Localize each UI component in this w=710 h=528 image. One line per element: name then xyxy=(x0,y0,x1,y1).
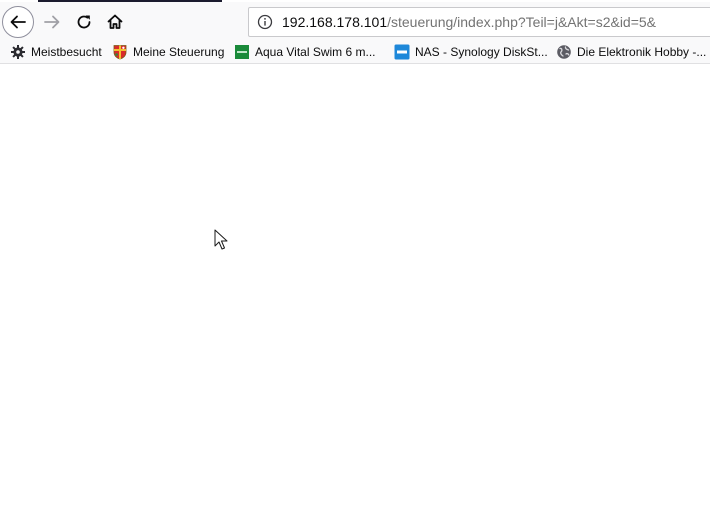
bookmark-label: Aqua Vital Swim 6 m... xyxy=(255,45,376,59)
url-text[interactable]: 192.168.178.101/steuerung/index.php?Teil… xyxy=(282,14,656,30)
mouse-cursor-icon xyxy=(214,229,228,250)
reload-icon xyxy=(77,15,91,29)
back-button[interactable] xyxy=(2,6,34,38)
bookmark-label: Meine Steuerung xyxy=(133,45,225,59)
green-square-icon xyxy=(235,45,249,59)
dsm-icon xyxy=(394,44,410,60)
bookmark-label: Die Elektronik Hobby -... xyxy=(577,45,707,59)
gear-icon xyxy=(11,45,25,59)
arrow-left-icon xyxy=(10,15,26,29)
info-icon[interactable] xyxy=(257,14,273,30)
arrow-right-icon xyxy=(44,15,60,29)
reload-button[interactable] xyxy=(70,8,98,36)
bookmark-elektronik-hobby[interactable]: Die Elektronik Hobby -... xyxy=(556,43,706,61)
bookmark-nas-synology[interactable]: NAS - Synology DiskSt... xyxy=(394,43,548,61)
url-bar[interactable]: 192.168.178.101/steuerung/index.php?Teil… xyxy=(248,7,710,37)
shield-crest-icon xyxy=(113,45,127,60)
globe-icon xyxy=(557,45,571,59)
navigation-toolbar: 192.168.178.101/steuerung/index.php?Teil… xyxy=(0,2,710,40)
home-button[interactable] xyxy=(101,8,129,36)
url-path: /steuerung/index.php?Teil=j&Akt=s2&id=5& xyxy=(387,14,657,30)
bookmarks-toolbar: Meistbesucht Meine Steuerung Aqua Vital … xyxy=(0,40,710,64)
bookmark-aqua-vital-swim[interactable]: Aqua Vital Swim 6 m... xyxy=(234,43,376,61)
forward-button[interactable] xyxy=(38,8,66,36)
page-content xyxy=(0,64,710,528)
url-host: 192.168.178.101 xyxy=(282,14,388,30)
bookmark-meine-steuerung[interactable]: Meine Steuerung xyxy=(112,43,224,61)
bookmark-meistbesucht[interactable]: Meistbesucht xyxy=(10,43,102,61)
bookmark-label: NAS - Synology DiskSt... xyxy=(415,45,548,59)
home-icon xyxy=(107,14,123,29)
bookmark-label: Meistbesucht xyxy=(31,45,102,59)
